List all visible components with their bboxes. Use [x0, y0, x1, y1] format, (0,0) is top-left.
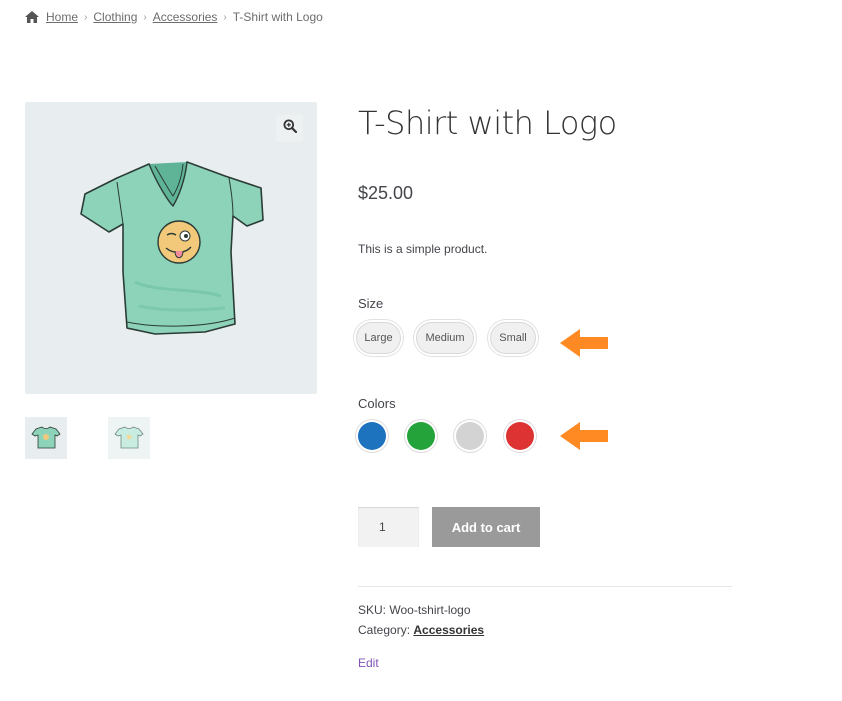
breadcrumb: Home › Clothing › Accessories › T-Shirt …	[25, 10, 323, 24]
breadcrumb-separator: ›	[143, 11, 147, 23]
sku-value: Woo-tshirt-logo	[389, 603, 471, 617]
color-swatch-blue[interactable]	[358, 422, 386, 450]
product-description: This is a simple product.	[358, 242, 488, 256]
product-category: Category: Accessories	[358, 623, 484, 637]
size-swatch-medium[interactable]: Medium	[416, 322, 474, 354]
home-icon[interactable]	[25, 11, 39, 23]
category-link[interactable]: Accessories	[413, 623, 484, 637]
color-swatch-green[interactable]	[407, 422, 435, 450]
color-swatch-gray[interactable]	[456, 422, 484, 450]
breadcrumb-link-home[interactable]: Home	[46, 10, 78, 24]
product-sku: SKU: Woo-tshirt-logo	[358, 603, 471, 617]
size-label: Size	[358, 296, 384, 311]
arrow-left-icon	[560, 328, 608, 358]
magnifier-plus-icon	[283, 119, 297, 138]
size-swatch-large[interactable]: Large	[356, 322, 401, 354]
zoom-button[interactable]	[276, 115, 303, 142]
add-to-cart-button[interactable]: Add to cart	[432, 507, 540, 547]
color-swatch-red[interactable]	[506, 422, 534, 450]
thumbnail-front[interactable]	[25, 417, 67, 459]
quantity-input[interactable]	[358, 507, 419, 547]
edit-link[interactable]: Edit	[358, 656, 379, 670]
size-swatch-small[interactable]: Small	[490, 322, 536, 354]
breadcrumb-link-accessories[interactable]: Accessories	[153, 10, 218, 24]
thumbnail-back[interactable]	[108, 417, 150, 459]
breadcrumb-link-clothing[interactable]: Clothing	[93, 10, 137, 24]
category-label: Category:	[358, 623, 411, 637]
product-main-image[interactable]	[25, 102, 317, 394]
colors-label: Colors	[358, 396, 396, 411]
product-price: $25.00	[358, 183, 414, 203]
breadcrumb-separator: ›	[223, 11, 227, 23]
breadcrumb-separator: ›	[84, 11, 88, 23]
sku-label: SKU:	[358, 603, 387, 617]
divider	[358, 586, 732, 587]
arrow-left-icon	[560, 421, 608, 451]
breadcrumb-current: T-Shirt with Logo	[232, 10, 323, 24]
product-title: T-Shirt with Logo	[358, 104, 617, 142]
